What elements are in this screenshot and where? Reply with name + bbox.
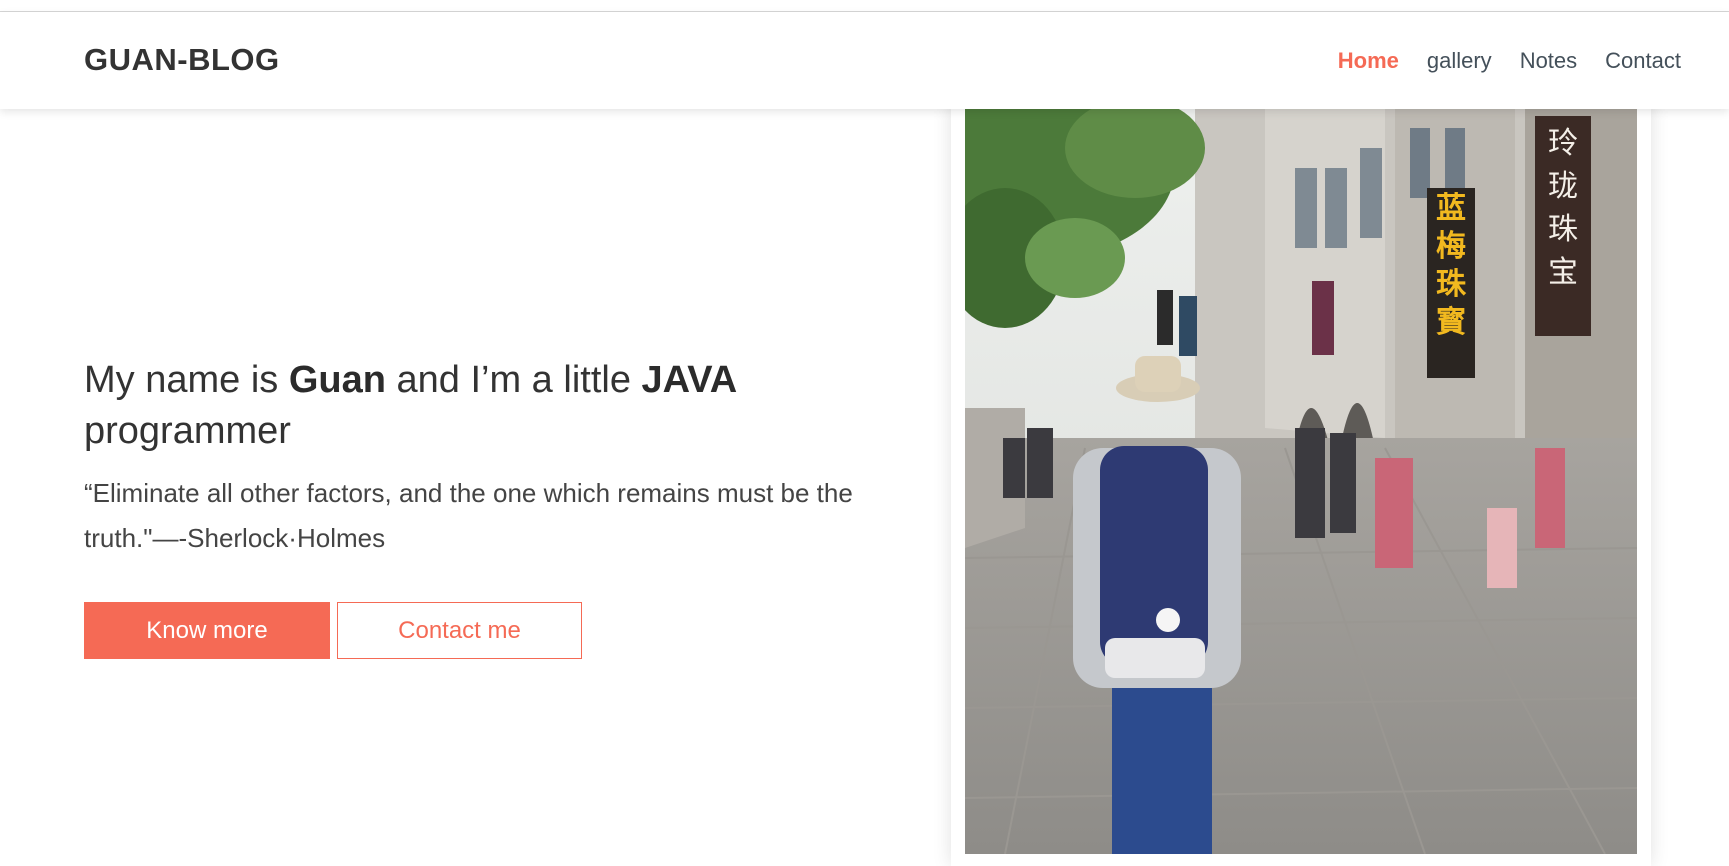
svg-text:寳: 寳 bbox=[1436, 305, 1466, 340]
hero-headline: My name is Guan and I’m a little JAVA pr… bbox=[84, 355, 844, 457]
svg-text:蓝: 蓝 bbox=[1436, 191, 1466, 226]
nav-contact[interactable]: Contact bbox=[1605, 48, 1681, 74]
svg-text:珑: 珑 bbox=[1548, 169, 1578, 204]
headline-part2: and I’m a little bbox=[385, 359, 642, 401]
hero-quote: “Eliminate all other factors, and the on… bbox=[84, 478, 853, 553]
browser-top-line bbox=[0, 0, 1729, 12]
hero-buttons: Know more Contact me bbox=[84, 602, 582, 659]
street-photo-image: 蓝 梅 珠 寳 玲 珑 珠 宝 bbox=[965, 108, 1637, 854]
svg-text:珠: 珠 bbox=[1436, 267, 1467, 302]
street-photo: 蓝 梅 珠 寳 玲 珑 珠 宝 bbox=[965, 108, 1637, 854]
nav-gallery[interactable]: gallery bbox=[1427, 48, 1492, 74]
svg-text:珠: 珠 bbox=[1548, 212, 1578, 247]
headline-name: Guan bbox=[288, 359, 386, 401]
hero-photo-card: 蓝 梅 珠 寳 玲 珑 珠 宝 bbox=[951, 96, 1651, 866]
navbar: GUAN-BLOG Home gallery Notes Contact bbox=[0, 12, 1729, 109]
know-more-button[interactable]: Know more bbox=[84, 602, 330, 659]
nav-home[interactable]: Home bbox=[1338, 48, 1399, 74]
svg-text:梅: 梅 bbox=[1436, 229, 1466, 264]
nav-notes[interactable]: Notes bbox=[1520, 48, 1577, 74]
hero-intro: My name is Guan and I’m a little JAVA pr… bbox=[84, 355, 884, 561]
svg-text:玲: 玲 bbox=[1548, 126, 1578, 161]
contact-me-button[interactable]: Contact me bbox=[337, 602, 582, 659]
headline-lang: JAVA bbox=[641, 359, 738, 401]
headline-part3: programmer bbox=[84, 410, 291, 452]
brand-logo[interactable]: GUAN-BLOG bbox=[84, 42, 280, 78]
headline-part1: My name is bbox=[84, 359, 289, 401]
main-nav: Home gallery Notes Contact bbox=[1338, 48, 1681, 74]
svg-text:宝: 宝 bbox=[1548, 255, 1578, 290]
